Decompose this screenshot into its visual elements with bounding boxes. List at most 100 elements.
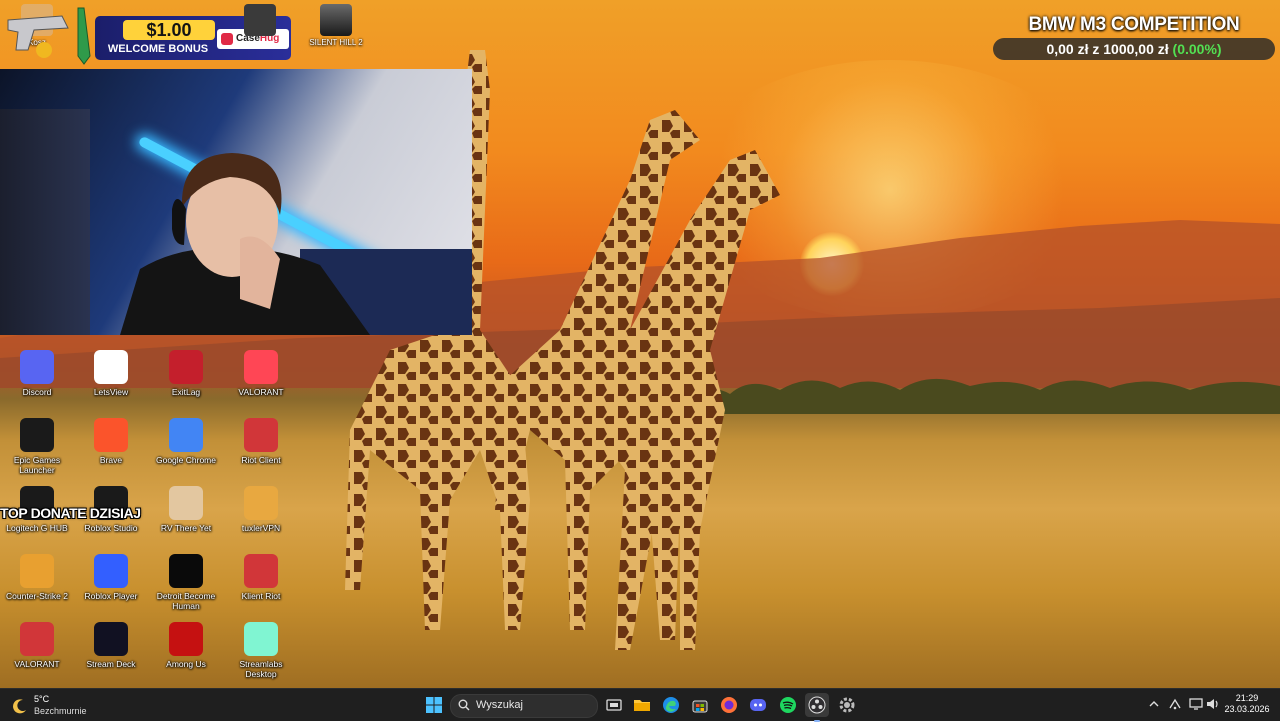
- letsview-icon: [94, 350, 128, 384]
- discord-icon: [20, 350, 54, 384]
- volume-icon: [1207, 699, 1218, 709]
- desktop-icon-label: LetsView: [93, 387, 129, 397]
- goal-amount-line: 0,00 zł z 1000,00 zł (0.00%): [993, 41, 1275, 57]
- desktop-icon-counter-strike[interactable]: Counter-Strike 2: [0, 554, 74, 601]
- rv-there-yet-icon: [169, 486, 203, 520]
- network-icon: [1169, 698, 1181, 710]
- desktop-icon-roblox-player[interactable]: Roblox Player: [74, 554, 148, 601]
- desktop-icon-label: Detroit Become Human: [156, 591, 216, 611]
- goal-title: BMW M3 COMPETITION: [1028, 14, 1240, 35]
- valorant-icon: [244, 350, 278, 384]
- valorant-riot-icon: [20, 622, 54, 656]
- desktop-icon-label: VALORANT: [14, 659, 60, 669]
- desktop-icon-label: Stream Deck: [86, 659, 136, 669]
- top-donate-label: TOP DONATE DZISIAJ: [0, 505, 141, 521]
- desktop-icon-label: RV There Yet: [160, 523, 212, 533]
- search-placeholder: Wyszukaj: [476, 699, 523, 711]
- firefox-button[interactable]: [717, 693, 741, 717]
- start-button[interactable]: [422, 693, 446, 717]
- obs-button[interactable]: [805, 693, 829, 722]
- desktop-icon-label: Discord: [22, 387, 52, 397]
- desktop-icon-epic-games[interactable]: Epic Games Launcher: [0, 418, 74, 475]
- tray-network[interactable]: [1167, 696, 1183, 712]
- settings-icon: [839, 697, 855, 713]
- desktop-icon-label: Among Us: [166, 659, 206, 669]
- chevron-up-icon: [1149, 701, 1159, 707]
- brave-icon: [94, 418, 128, 452]
- desktop-icon-chrome[interactable]: Google Chrome: [149, 418, 223, 465]
- goal-percent: (0.00%): [1172, 41, 1222, 57]
- taskbar-search[interactable]: Wyszukaj: [450, 694, 598, 718]
- desktop-icon-brave[interactable]: Brave: [74, 418, 148, 465]
- desktop-icon-detroit[interactable]: Detroit Become Human: [149, 554, 223, 611]
- desktop-icon-label: ExitLag: [171, 387, 201, 397]
- knife-gun-graphic: [7, 7, 91, 65]
- goal-progress-bar: 0,00 zł z 1000,00 zł (0.00%): [993, 38, 1275, 60]
- search-icon: [458, 699, 470, 711]
- desktop-icon-valorant-riot[interactable]: VALORANT: [0, 622, 74, 669]
- tuxlervpn-icon: [244, 486, 278, 520]
- taskbar: 5°C Bezchmurnie Wyszukaj 21:29 23.03.202…: [0, 688, 1280, 722]
- firefox-icon: [721, 697, 737, 713]
- desktop-icon-tuxlervpn[interactable]: tuxlerVPN: [224, 486, 298, 533]
- riot-client-icon: [244, 418, 278, 452]
- desktop-icon-label: Riot Client: [241, 455, 281, 465]
- desktop-icon-hidden[interactable]: [230, 4, 290, 36]
- desktop-icon-label: VALORANT: [238, 387, 284, 397]
- desktop-icon-letsview[interactable]: LetsView: [74, 350, 148, 397]
- desktop-icon-label: Streamlabs Desktop: [239, 659, 283, 679]
- among-us-icon: [169, 622, 203, 656]
- desktop-icon-discord[interactable]: Discord: [0, 350, 74, 397]
- clock-date: 23.03.2026: [1224, 704, 1270, 714]
- klient-riot-icon: [244, 554, 278, 588]
- promo-price: $1.00: [123, 20, 215, 40]
- goal-amount: 0,00 zł z 1000,00 zł: [1046, 41, 1169, 57]
- streamlabs-icon: [244, 622, 278, 656]
- desktop-icon-label: tuxlerVPN: [241, 523, 281, 533]
- webcam-shelf: [0, 109, 90, 335]
- desktop-icon-label: Logitech G HUB: [6, 523, 68, 533]
- desktop-wallpaper: Kosz $1.00 WELCOME BONUS CaseHug SILENT …: [0, 0, 1280, 688]
- tray-display[interactable]: [1188, 696, 1204, 712]
- roblox-player-icon: [94, 554, 128, 588]
- edge-icon: [663, 697, 679, 713]
- settings-button[interactable]: [835, 693, 859, 717]
- app-icon: [244, 4, 276, 36]
- desktop-icon-rv-there-yet[interactable]: RV There Yet: [149, 486, 223, 533]
- spotify-button[interactable]: [776, 693, 800, 717]
- tray-chevron[interactable]: [1146, 696, 1162, 712]
- file-explorer-icon: [634, 700, 650, 711]
- desktop-icon-label: Brave: [99, 455, 123, 465]
- moon-icon: [13, 699, 26, 714]
- taskbar-clock[interactable]: 21:29 23.03.2026: [1222, 693, 1272, 715]
- stream-deck-icon: [94, 622, 128, 656]
- desktop-icon-label: Epic Games Launcher: [13, 455, 61, 475]
- desktop-icon-label: Roblox Player: [84, 591, 138, 601]
- task-view-icon: [606, 699, 622, 711]
- desktop-icon-stream-deck[interactable]: Stream Deck: [74, 622, 148, 669]
- tray-volume[interactable]: [1205, 696, 1221, 712]
- desktop-icon-exitlag[interactable]: ExitLag: [149, 350, 223, 397]
- desktop-icon-silent-hill[interactable]: SILENT HILL 2: [306, 4, 366, 47]
- desktop-icon-riot-client[interactable]: Riot Client: [224, 418, 298, 465]
- desktop-icon-among-us[interactable]: Among Us: [149, 622, 223, 669]
- store-button[interactable]: [688, 693, 712, 717]
- desktop-icon-label: Counter-Strike 2: [6, 591, 68, 601]
- desktop-icon-streamlabs[interactable]: Streamlabs Desktop: [224, 622, 298, 679]
- clock-time: 21:29: [1235, 693, 1259, 703]
- discord-icon: [750, 699, 766, 711]
- task-view-button[interactable]: [602, 693, 626, 717]
- file-explorer-button[interactable]: [630, 693, 654, 717]
- webcam-feed: [0, 69, 472, 335]
- spotify-icon: [780, 697, 796, 713]
- edge-button[interactable]: [659, 693, 683, 717]
- discord-taskbar-button[interactable]: [746, 693, 770, 717]
- desktop-icon-label: Roblox Studio: [84, 523, 138, 533]
- store-icon: [692, 700, 708, 713]
- streamer: [120, 153, 370, 335]
- silent-hill-icon: [320, 4, 352, 36]
- weather-temperature: 5°C: [34, 694, 50, 704]
- exitlag-icon: [169, 350, 203, 384]
- desktop-icon-valorant[interactable]: VALORANT: [224, 350, 298, 397]
- desktop-icon-klient-riot[interactable]: Klient Riot: [224, 554, 298, 601]
